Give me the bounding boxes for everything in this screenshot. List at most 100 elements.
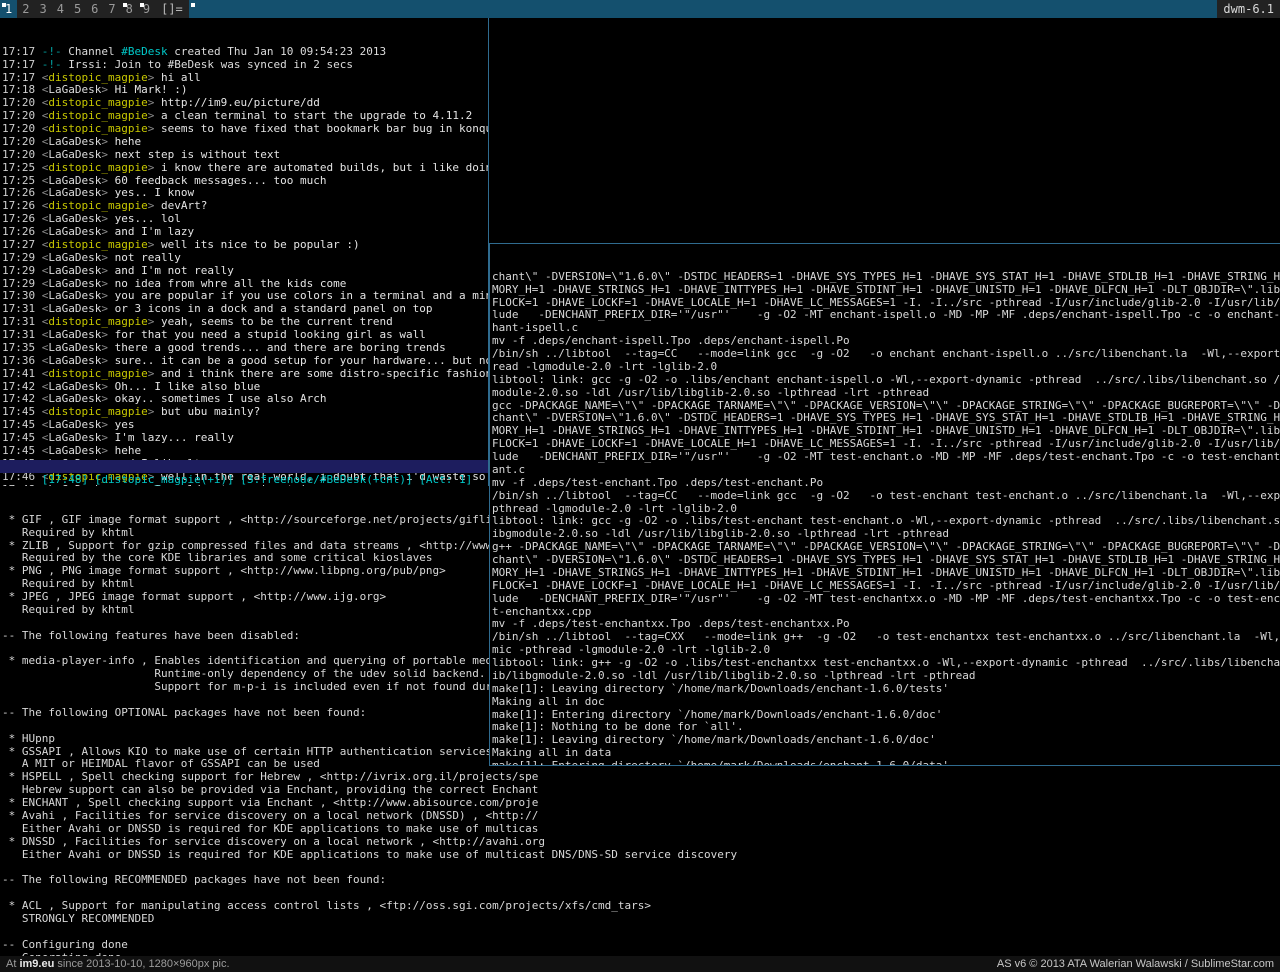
irssi-nick-bracket-close: > <box>101 174 115 187</box>
irssi-timestamp: 17:20 <box>2 97 42 110</box>
enchant-output-line: gcc -DPACKAGE_NAME=\"\" -DPACKAGE_TARNAM… <box>492 399 1280 412</box>
irssi-nick-bracket-close: > <box>147 97 161 110</box>
footer-brand[interactable]: im9.eu <box>19 958 54 970</box>
irssi-timestamp: 17:42 <box>2 393 42 406</box>
irssi-message-row: 17:25 <LaGaDesk> 60 feedback messages...… <box>2 175 488 188</box>
irssi-nick: distopic_magpie <box>48 161 148 174</box>
irssi-message-text: yes <box>114 419 135 432</box>
dwm-tag-4[interactable]: 4 <box>51 0 69 18</box>
irssi-nick-bracket-close: > <box>101 354 115 367</box>
desktop-screen: 123456789 []= urxvt dwm-6.1 17:17 -!- Ch… <box>0 0 1280 972</box>
irssi-nick: LaGaDesk <box>48 290 102 303</box>
irssi-nick-bracket-close: > <box>101 380 115 393</box>
irssi-timestamp: 17:17 <box>2 71 42 84</box>
kdelibs-output-line: Either Avahi or DNSSD is required for KD… <box>2 822 539 835</box>
irssi-nick-bracket-close: > <box>101 264 115 277</box>
irssi-message-row: 17:29 <LaGaDesk> not really <box>2 252 488 265</box>
irssi-message-text: i know there are automated builds, but i… <box>160 161 488 174</box>
enchant-output-line: g++ -DPACKAGE_NAME=\"\" -DPACKAGE_TARNAM… <box>492 541 1280 554</box>
irssi-nick-bracket-close: > <box>147 316 161 329</box>
irssi-message-row: 17:20 <LaGaDesk> next step is without te… <box>2 149 488 162</box>
dwm-tag-list: 123456789 <box>0 0 156 18</box>
irssi-message-text: for that you need a stupid looking girl … <box>114 329 426 341</box>
irssi-message-text: devArt? <box>160 200 208 213</box>
irssi-nick: LaGaDesk <box>48 174 102 187</box>
irssi-nick-bracket-close: > <box>101 393 115 406</box>
irssi-message-row: 17:29 <LaGaDesk> and I'm not really <box>2 265 488 278</box>
irssi-message-row: 17:17 -!- Channel #BeDesk created Thu Ja… <box>2 46 488 59</box>
enchant-output-line: ib/libgmodule-2.0.so -ldl /usr/lib/libgl… <box>492 669 976 682</box>
irssi-channel-name: #BeDesk <box>121 45 168 58</box>
dwm-tag-7[interactable]: 7 <box>103 0 121 18</box>
irssi-message-row: 17:45 <LaGaDesk> hehe <box>2 445 488 458</box>
irssi-message-row: 17:45 <LaGaDesk> yes <box>2 419 488 432</box>
irssi-timestamp: 17:29 <box>2 264 42 277</box>
irssi-nick-bracket-close: > <box>147 200 161 213</box>
dwm-window-title: urxvt <box>188 0 1218 18</box>
dwm-tag-6[interactable]: 6 <box>86 0 104 18</box>
footer-suffix: since 2013-10-10, 1280×960px pic. <box>57 958 230 970</box>
irssi-timestamp: 17:27 <box>2 238 42 251</box>
irssi-timestamp: 17:42 <box>2 380 42 393</box>
irssi-nick: distopic_magpie <box>48 123 148 135</box>
irssi-nick: LaGaDesk <box>48 329 102 341</box>
irssi-message-row: 17:20 <distopic_magpie> a clean terminal… <box>2 110 488 123</box>
irssi-timestamp: 17:31 <box>2 329 42 341</box>
irssi-message-row: 17:31 <distopic_magpie> yeah, seems to b… <box>2 316 488 329</box>
dwm-tag-occupied-icon <box>122 3 127 7</box>
kdelibs-output-line: * Avahi , Facilities for service discove… <box>2 809 539 822</box>
dwm-status-text: dwm-6.1 <box>1217 0 1280 18</box>
irssi-nick: LaGaDesk <box>48 226 102 238</box>
dwm-tag-1[interactable]: 1 <box>0 0 18 18</box>
irssi-nick: LaGaDesk <box>48 419 102 432</box>
enchant-output-line: ant.c <box>492 463 526 476</box>
dwm-tag-8[interactable]: 8 <box>120 0 138 18</box>
irssi-nick-bracket-close: > <box>101 226 115 238</box>
enchant-output-line: lude -DENCHANT_PREFIX_DIR='"/usr"' -g -O… <box>492 309 1280 322</box>
irssi-timestamp: 17:20 <box>2 148 42 161</box>
irssi-timestamp: 17:45 <box>2 432 42 444</box>
dwm-tag-9[interactable]: 9 <box>137 0 156 18</box>
dwm-tag-2[interactable]: 2 <box>17 0 35 18</box>
irssi-nick-bracket-close: > <box>101 135 115 148</box>
irssi-message-text: and i think there are some distro-specif… <box>160 367 488 380</box>
enchant-output-line: make[1]: Entering directory `/home/mark/… <box>492 760 1280 765</box>
irssi-nick-bracket-close: > <box>101 84 115 97</box>
irssi-nick-bracket-close: > <box>147 238 161 251</box>
irssi-nick: LaGaDesk <box>48 354 102 367</box>
irssi-timestamp: 17:20 <box>2 135 42 148</box>
irssi-terminal-window[interactable]: 17:17 -!- Channel #BeDesk created Thu Ja… <box>0 18 489 486</box>
irssi-nick-bracket-close: > <box>101 213 115 226</box>
enchant-output-line: FLOCK=1 -DHAVE_LOCKF=1 -DHAVE_LOCALE_H=1… <box>492 579 1280 592</box>
irssi-message-row: 17:36 <LaGaDesk> sure.. it can be a good… <box>2 355 488 368</box>
irssi-input-line[interactable]: [#BeDesk] <box>0 473 488 486</box>
window-floating-indicator-icon <box>190 3 195 7</box>
irssi-message-row: 17:29 <LaGaDesk> no idea from whre all t… <box>2 278 488 291</box>
dwm-layout-indicator[interactable]: []= <box>155 0 189 18</box>
irssi-message-text: Hi Mark! :) <box>114 84 188 97</box>
irssi-message-row: 17:35 <LaGaDesk> there a good trends... … <box>2 342 488 355</box>
irssi-timestamp: 17:20 <box>2 123 42 135</box>
dwm-tag-3[interactable]: 3 <box>34 0 52 18</box>
irssi-message-text: or 3 icons in a dock and a standard pane… <box>114 303 433 316</box>
enchant-make-terminal-window[interactable]: chant\" -DVERSION=\"1.6.0\" -DSTDC_HEADE… <box>489 243 1280 766</box>
irssi-nick: distopic_magpie <box>48 110 148 123</box>
irssi-message-row: 17:45 <distopic_magpie> but ubu mainly? <box>2 406 488 419</box>
irssi-timestamp: 17:31 <box>2 303 42 316</box>
irssi-nick-bracket-close: > <box>101 329 115 341</box>
irssi-message-text: a clean terminal to start the upgrade to… <box>160 110 473 123</box>
irssi-message-text: no idea from whre all the kids come <box>114 277 347 290</box>
irssi-message-row: 17:18 <LaGaDesk> Hi Mark! :) <box>2 84 488 97</box>
dwm-tag-occupied-icon <box>139 3 144 7</box>
irssi-message-text: 60 feedback messages... too much <box>114 174 327 187</box>
irssi-timestamp: 17:26 <box>2 226 42 238</box>
irssi-message-text: well its nice to be popular :) <box>160 238 360 251</box>
irssi-message-row: 17:17 -!- Irssi: Join to #BeDesk was syn… <box>2 59 488 72</box>
irssi-nick: LaGaDesk <box>48 213 102 226</box>
enchant-output-line: Making all in doc <box>492 695 605 708</box>
kdelibs-output-line: -- The following RECOMMENDED packages ha… <box>2 874 387 887</box>
enchant-output-line: lude -DENCHANT_PREFIX_DIR='"/usr"' -g -O… <box>492 451 1280 463</box>
irssi-system-text: Irssi: Join to #BeDesk was synced in 2 s… <box>68 58 354 71</box>
dwm-tag-5[interactable]: 5 <box>68 0 87 18</box>
irssi-nick: distopic_magpie <box>48 238 148 251</box>
